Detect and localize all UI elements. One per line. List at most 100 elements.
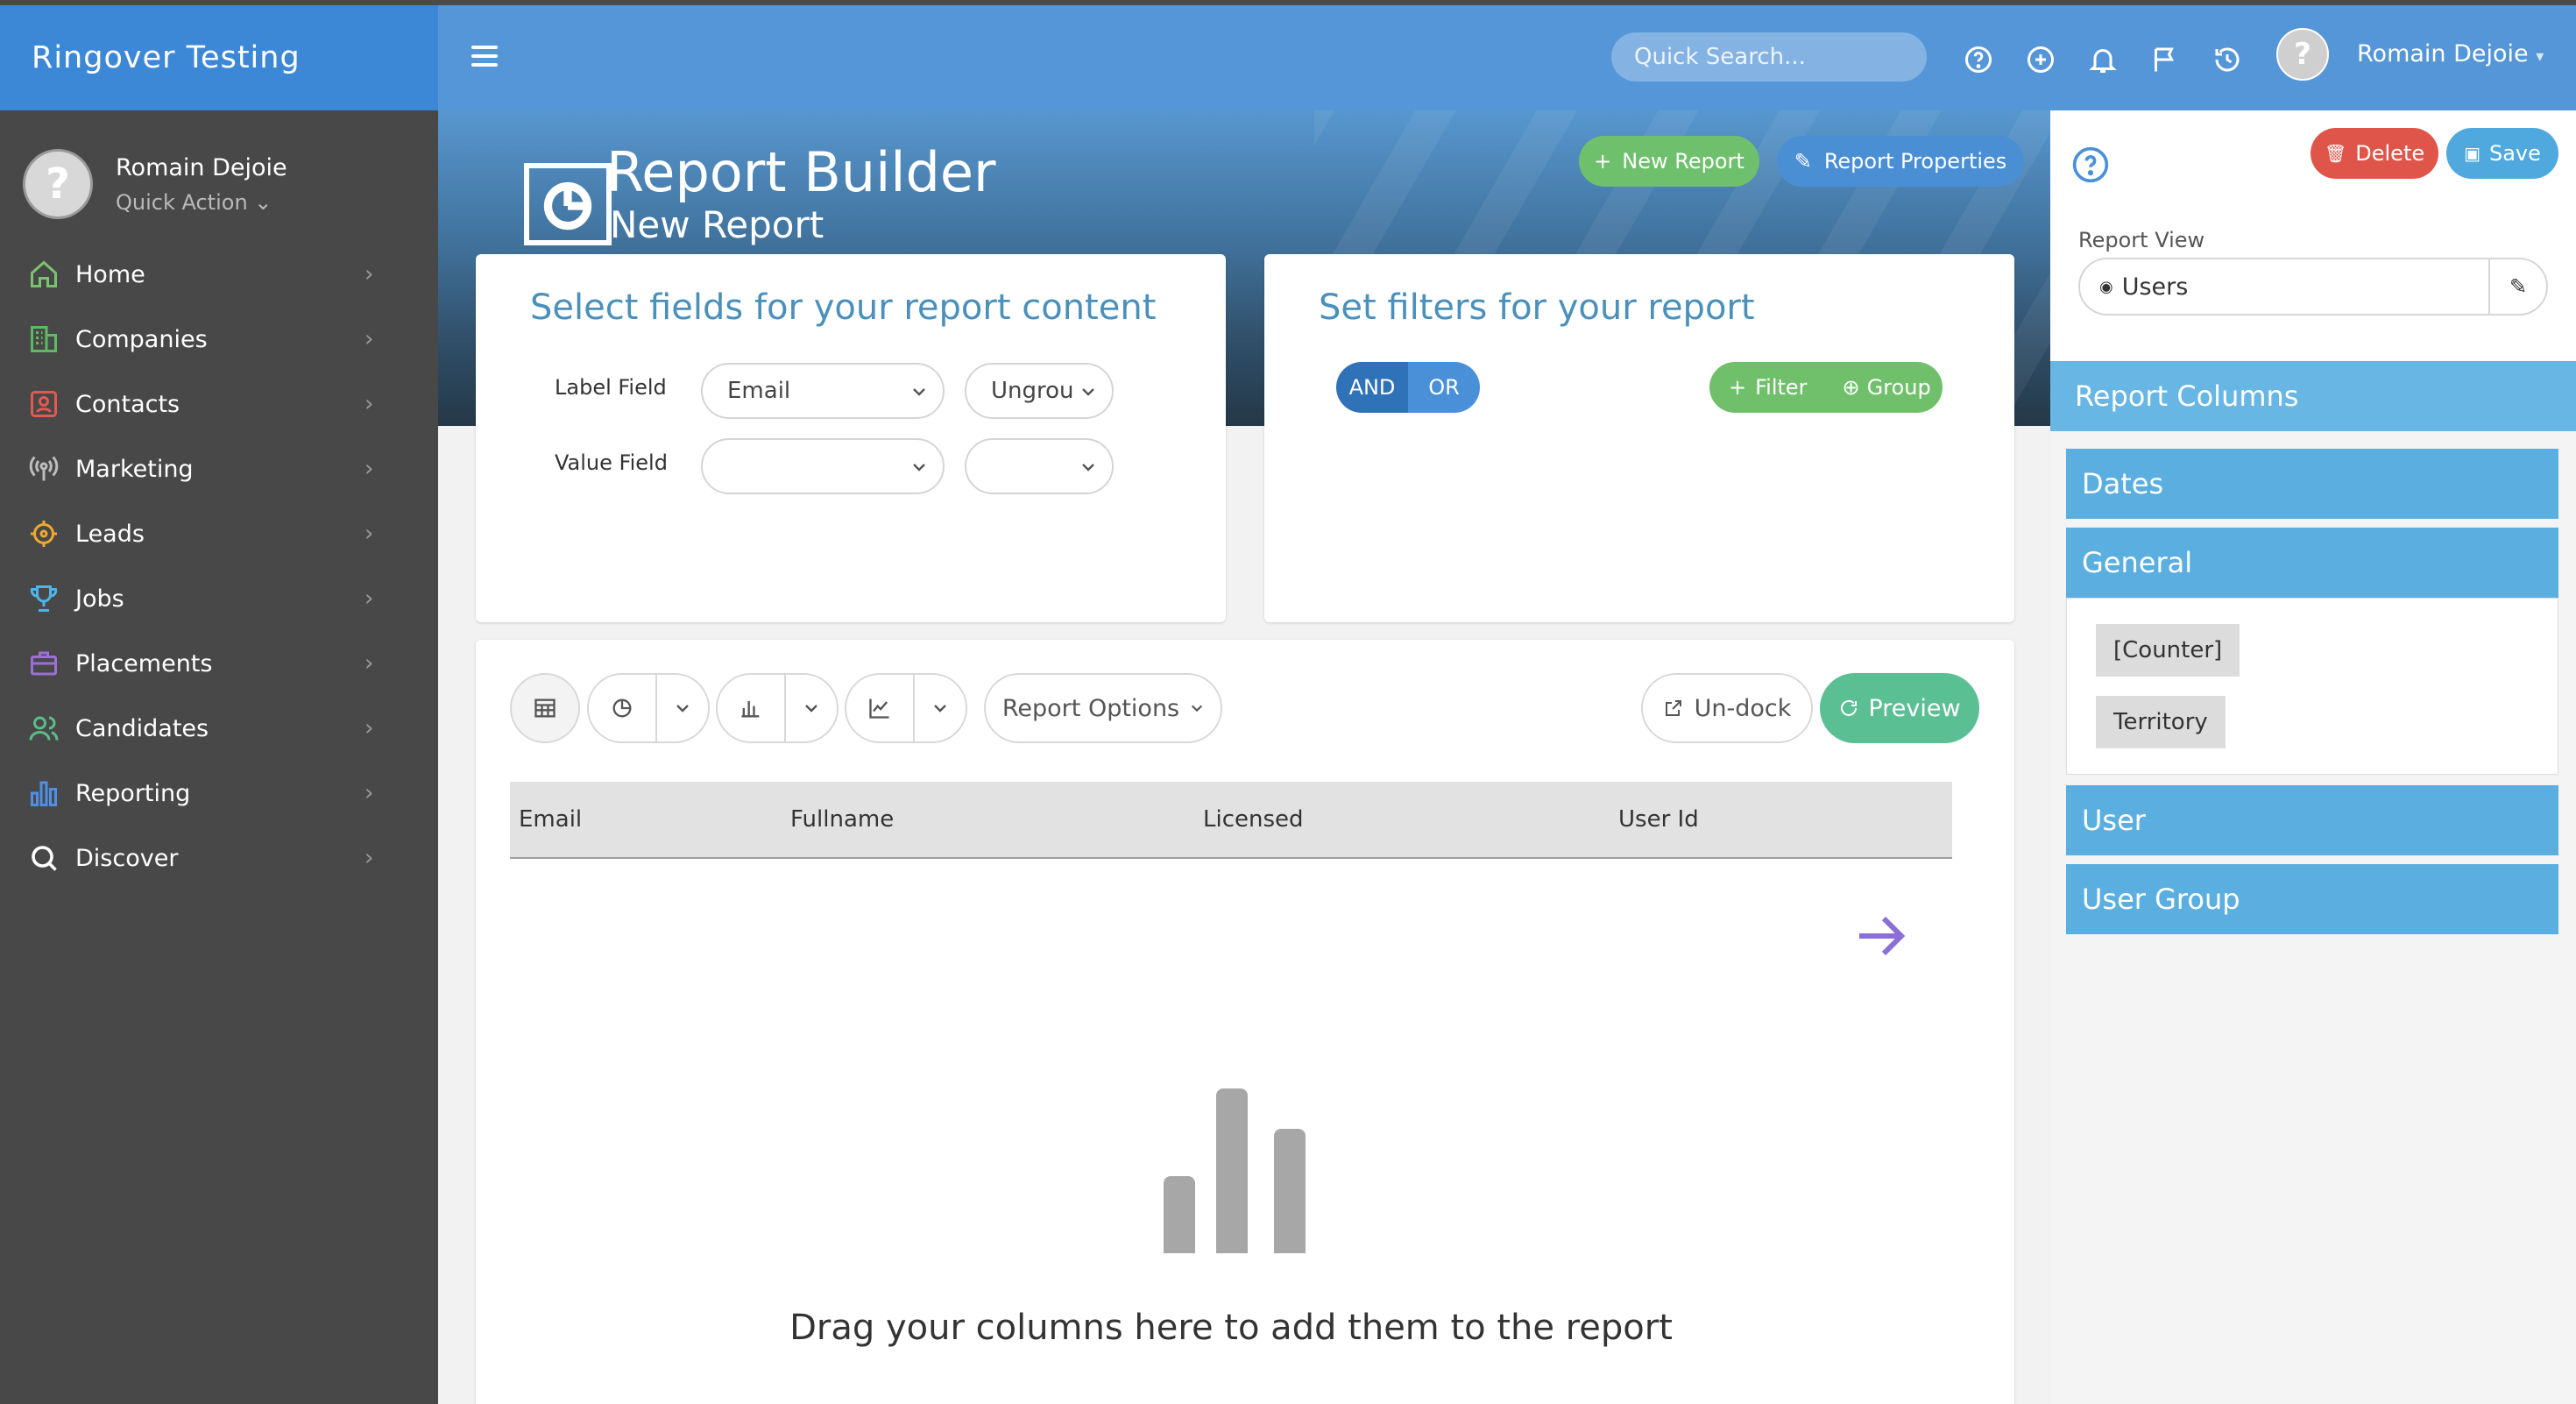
- pie-chart-dropdown[interactable]: [657, 700, 708, 716]
- and-or-toggle: AND OR: [1336, 362, 1480, 413]
- and-button[interactable]: AND: [1336, 362, 1408, 413]
- chevron-down-icon: [805, 705, 817, 713]
- column-header-fullname[interactable]: Fullname: [790, 806, 894, 833]
- profile-name: Romain Dejoie: [116, 153, 287, 181]
- trophy-icon: [30, 585, 58, 612]
- report-properties-button[interactable]: ✎ Report Properties: [1777, 136, 2024, 187]
- sidebar-item-reporting[interactable]: Reporting ›: [0, 761, 438, 826]
- sidebar: ? Romain Dejoie Quick Action ⌄ Home › Com…: [0, 110, 438, 1404]
- header-user-menu[interactable]: Romain Dejoie ▾: [2357, 40, 2544, 67]
- preview-button[interactable]: Preview: [1820, 673, 1979, 743]
- sidebar-item-label: Jobs: [75, 585, 124, 613]
- section-user[interactable]: User: [2066, 785, 2558, 855]
- value-field-label: Value Field: [555, 450, 668, 475]
- target-icon: ◉: [2099, 277, 2113, 296]
- help-icon[interactable]: [2071, 145, 2110, 184]
- pie-chart-icon: [524, 163, 612, 245]
- pencil-icon: ✎: [2509, 274, 2528, 299]
- quick-search-input[interactable]: Quick Search...: [1611, 32, 1927, 82]
- section-general[interactable]: General: [2066, 528, 2558, 598]
- empty-report-chart-icon: [1164, 1088, 1306, 1253]
- column-header-user-id[interactable]: User Id: [1618, 806, 1699, 833]
- avatar[interactable]: ?: [23, 149, 93, 219]
- or-button[interactable]: OR: [1408, 362, 1480, 413]
- bar-chart-icon: [31, 781, 57, 806]
- chevron-right-icon: ›: [364, 585, 374, 612]
- search-icon: [32, 846, 57, 871]
- chevron-right-icon: ›: [364, 715, 374, 741]
- save-button[interactable]: ▣ Save: [2446, 128, 2558, 179]
- bar-chart-button[interactable]: [718, 675, 786, 741]
- column-header-licensed[interactable]: Licensed: [1203, 806, 1304, 833]
- top-header: Quick Search... ? Romain Dejoie ▾: [438, 5, 2576, 110]
- contact-icon: [31, 391, 57, 417]
- edit-report-view-button[interactable]: ✎: [2488, 259, 2546, 314]
- sidebar-item-candidates[interactable]: Candidates ›: [0, 696, 438, 761]
- line-chart-dropdown[interactable]: [915, 700, 966, 716]
- app-brand[interactable]: Ringover Testing: [0, 5, 438, 110]
- sidebar-item-home[interactable]: Home ›: [0, 242, 438, 307]
- crosshair-icon: [31, 521, 57, 547]
- sidebar-item-companies[interactable]: Companies ›: [0, 307, 438, 372]
- filters-card: Set filters for your report: [1264, 254, 2014, 622]
- building-icon: [31, 326, 57, 352]
- label-field-label: Label Field: [555, 375, 667, 400]
- history-icon[interactable]: [2212, 44, 2243, 75]
- delete-button[interactable]: 🗑 Delete: [2311, 128, 2438, 179]
- column-tag-counter[interactable]: [Counter]: [2096, 624, 2240, 677]
- chevron-down-icon: [913, 464, 925, 472]
- sidebar-item-label: Marketing: [75, 455, 194, 483]
- refresh-icon: [1841, 699, 1858, 716]
- pie-chart-button[interactable]: [589, 675, 657, 741]
- bell-icon[interactable]: [2087, 44, 2119, 75]
- label-field-select[interactable]: Email: [701, 363, 945, 419]
- bar-chart-dropdown[interactable]: [786, 700, 837, 716]
- line-chart-button-group: [845, 673, 967, 743]
- sidebar-item-jobs[interactable]: Jobs ›: [0, 566, 438, 631]
- add-circle-icon[interactable]: [2025, 44, 2056, 75]
- chevron-right-icon: ›: [364, 845, 374, 871]
- new-report-button[interactable]: + New Report: [1579, 136, 1759, 187]
- hamburger-menu-icon[interactable]: [471, 46, 498, 72]
- report-view-label: Report View: [2078, 228, 2205, 252]
- sidebar-item-discover[interactable]: Discover ›: [0, 826, 438, 890]
- table-view-button[interactable]: [510, 673, 580, 743]
- value-field-select[interactable]: [701, 438, 945, 494]
- chevron-right-icon: ›: [364, 456, 374, 482]
- help-icon[interactable]: [1963, 44, 1994, 75]
- chevron-down-icon: [1082, 464, 1094, 472]
- undock-button[interactable]: Un-dock: [1641, 673, 1813, 743]
- home-icon: [31, 260, 57, 287]
- line-chart-button[interactable]: [846, 675, 915, 741]
- trash-icon: 🗑: [2324, 143, 2347, 164]
- report-options-button[interactable]: Report Options: [984, 673, 1222, 743]
- column-tag-territory[interactable]: Territory: [2096, 696, 2226, 748]
- sidebar-item-placements[interactable]: Placements ›: [0, 631, 438, 696]
- sidebar-item-label: Reporting: [75, 779, 191, 807]
- section-dates[interactable]: Dates: [2066, 449, 2558, 519]
- sidebar-item-contacts[interactable]: Contacts ›: [0, 372, 438, 436]
- quick-action-dropdown[interactable]: Quick Action ⌄: [116, 190, 287, 215]
- value-group-select[interactable]: [965, 438, 1114, 494]
- sidebar-nav: Home › Companies › Contacts › Marketing › Le…: [0, 242, 438, 890]
- add-group-button[interactable]: ⊕ Group: [1843, 375, 1931, 400]
- report-view-field[interactable]: ◉ Users ✎: [2078, 258, 2548, 316]
- add-circle-icon: ⊕: [1842, 375, 1860, 400]
- sidebar-item-marketing[interactable]: Marketing ›: [0, 436, 438, 501]
- report-area-card: [476, 640, 2014, 1404]
- label-group-select[interactable]: Ungrou: [965, 363, 1114, 419]
- drop-columns-hint: Drag your columns here to add them to th…: [789, 1308, 1673, 1348]
- pie-chart-button-group: [587, 673, 710, 743]
- flag-icon[interactable]: [2149, 44, 2181, 75]
- add-filter-button[interactable]: + Filter: [1729, 375, 1808, 400]
- bar-chart-button-group: [716, 673, 839, 743]
- arrow-right-icon: [1859, 916, 1906, 956]
- fields-card-title: Select fields for your report content: [530, 287, 1157, 328]
- report-columns-header: Report Columns: [2050, 361, 2576, 431]
- sidebar-item-leads[interactable]: Leads ›: [0, 501, 438, 566]
- chevron-down-icon: [1192, 705, 1203, 713]
- section-user-group[interactable]: User Group: [2066, 864, 2558, 934]
- header-avatar[interactable]: ?: [2276, 28, 2329, 81]
- chevron-right-icon: ›: [364, 780, 374, 806]
- column-header-email[interactable]: Email: [519, 806, 582, 833]
